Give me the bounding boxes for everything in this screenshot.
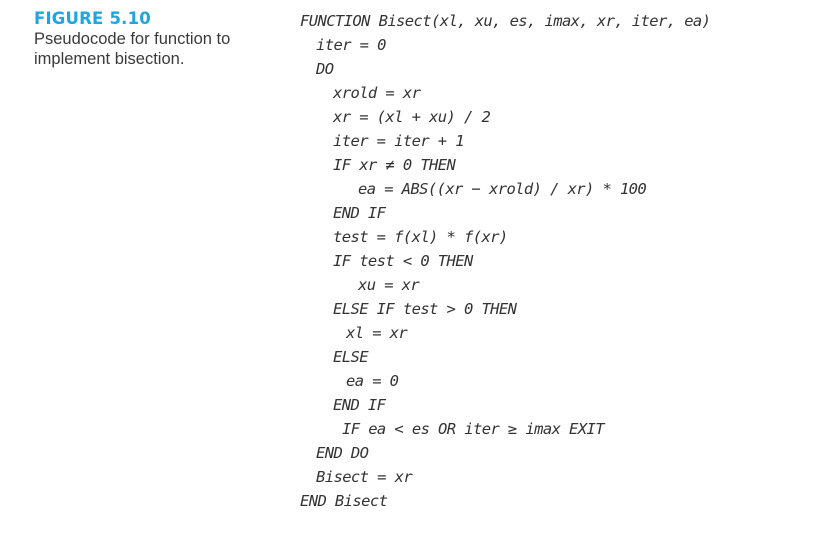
- code-line: xu = xr: [358, 276, 420, 294]
- code-line: xrold = xr: [333, 84, 421, 102]
- code-line: ea = 0: [346, 372, 399, 390]
- code-line: END IF: [333, 396, 386, 414]
- code-line: xr = (xl + xu) / 2: [333, 108, 491, 126]
- figure-caption: FIGURE 5.10 Pseudocode for function to i…: [34, 9, 264, 69]
- code-line: IF xr ≠ 0 THEN: [333, 156, 456, 174]
- code-line: END DO: [316, 444, 369, 462]
- code-line: END IF: [333, 204, 386, 222]
- caption-line-2: implement bisection.: [34, 50, 185, 68]
- code-line: xl = xr: [346, 324, 408, 342]
- code-line: ELSE: [333, 348, 369, 366]
- code-line: ELSE IF test > 0 THEN: [333, 300, 517, 318]
- code-line: END Bisect: [300, 492, 388, 510]
- figure-label: FIGURE 5.10: [34, 9, 151, 28]
- code-line: IF test < 0 THEN: [333, 252, 473, 270]
- code-line: FUNCTION Bisect(xl, xu, es, imax, xr, it…: [300, 12, 711, 30]
- code-line: DO: [316, 60, 334, 78]
- code-line: Bisect = xr: [316, 468, 413, 486]
- code-line: ea = ABS((xr − xrold) / xr) * 100: [358, 180, 647, 198]
- caption-line-1: Pseudocode for function to: [34, 30, 231, 48]
- code-line: iter = iter + 1: [333, 132, 465, 150]
- code-line: iter = 0: [316, 36, 386, 54]
- code-line: IF ea < es OR iter ≥ imax EXIT: [342, 420, 605, 438]
- code-line: test = f(xl) * f(xr): [333, 228, 508, 246]
